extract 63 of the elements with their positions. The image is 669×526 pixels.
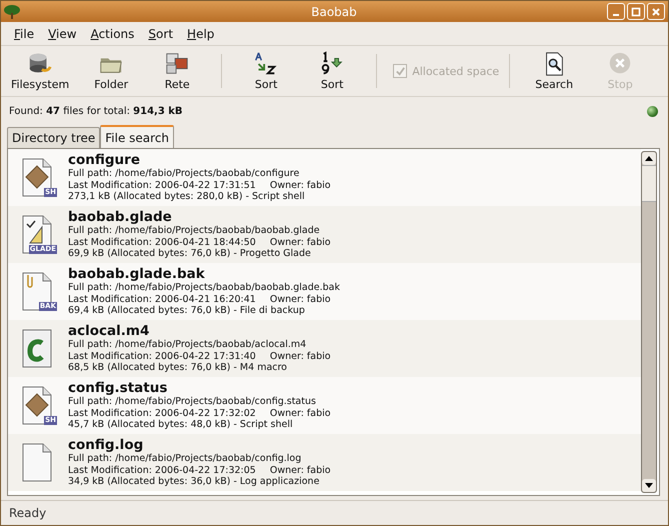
status-light-icon bbox=[647, 106, 658, 116]
file-path: Full path: /home/fabio/Projects/baobab/aclocal.m4 bbox=[68, 339, 308, 350]
file-owner: Owner: fabio bbox=[270, 294, 331, 305]
file-size: 273,1 kB (Allocated bytes: 280,0 kB) - Script shell bbox=[68, 191, 306, 202]
status-text: Ready bbox=[9, 506, 46, 520]
close-icon bbox=[651, 6, 661, 16]
modification-date: Last Modification: 2006-04-21 18:44:50 bbox=[68, 236, 256, 248]
file-name: baobab.glade.bak bbox=[68, 266, 206, 282]
minimize-icon bbox=[613, 14, 619, 16]
toolbar-button[interactable]: Filesystem bbox=[7, 49, 74, 93]
checkmark-icon bbox=[394, 66, 406, 76]
file-row[interactable]: aclocal.m4 Full path: /home/fabio/Projects/baobab/aclocal.m4 Last Modification: 2006-04-22 17:31:40 Owner: fabio 68,5 kB (Allocated bytes: 76,0 kB) - M4 macro bbox=[8, 320, 641, 377]
tree-icon bbox=[3, 4, 21, 20]
file-owner: Owner: fabio bbox=[270, 180, 331, 191]
menu-item[interactable]: View bbox=[41, 26, 84, 40]
file-path: Full path: /home/fabio/Projects/baobab/config.log bbox=[68, 453, 302, 464]
summary-text: Found: 47 files for total: 914,3 kB bbox=[9, 106, 183, 116]
sort-numeric-icon bbox=[319, 51, 346, 77]
file-size: 69,9 kB (Allocated bytes: 76,0 kB) - Progetto Glade bbox=[68, 248, 312, 260]
scroll-thumb[interactable] bbox=[642, 165, 656, 202]
toolbar-button[interactable]: Sort bbox=[304, 49, 360, 93]
toolbar-button[interactable]: Folder bbox=[83, 49, 140, 93]
file-row[interactable]: config.log Full path: /home/fabio/Projects/baobab/config.log Last Modification: 2006-04-22 17:32:05 Owner: fabio 34,9 kB (Allocated bytes: 36,0 kB) - Log applicazione bbox=[8, 434, 641, 491]
file-size: 68,5 kB (Allocated bytes: 76,0 kB) - M4 macro bbox=[68, 362, 288, 374]
toolbar-button[interactable]: Rete bbox=[149, 49, 206, 93]
file-owner: Owner: fabio bbox=[270, 408, 331, 419]
file-path: Full path: /home/fabio/Projects/baobab/baobab.glade.bak bbox=[68, 282, 340, 294]
scroll-up-icon[interactable] bbox=[645, 156, 653, 161]
file-owner: Owner: fabio bbox=[270, 464, 331, 476]
menu-item[interactable]: File bbox=[7, 26, 42, 40]
tab[interactable]: Directory tree bbox=[7, 127, 100, 148]
file-size: 45,7 kB (Allocated bytes: 48,0 kB) - Script shell bbox=[68, 419, 294, 430]
tab[interactable]: File search bbox=[100, 125, 174, 148]
file-path: Full path: /home/fabio/Projects/baobab/baobab.glade bbox=[68, 225, 321, 236]
file-name: aclocal.m4 bbox=[68, 323, 150, 339]
scrollbar[interactable] bbox=[641, 151, 657, 493]
file-size: 69,4 kB (Allocated bytes: 76,0 kB) - File di backup bbox=[68, 305, 306, 316]
network-icon bbox=[164, 51, 190, 77]
file-path: Full path: /home/fabio/Projects/baobab/config.status bbox=[68, 396, 317, 408]
modification-date: Last Modification: 2006-04-22 17:31:51 bbox=[68, 180, 256, 191]
file-owner: Owner: fabio bbox=[270, 236, 331, 248]
file-name: baobab.glade bbox=[68, 209, 173, 225]
menu-item[interactable]: Help bbox=[180, 26, 222, 40]
modification-date: Last Modification: 2006-04-22 17:32:05 bbox=[68, 464, 256, 476]
modification-date: Last Modification: 2006-04-22 17:32:02 bbox=[68, 408, 256, 419]
toolbar-button[interactable]: Sort bbox=[238, 49, 294, 93]
maximize-icon bbox=[631, 6, 641, 16]
file-name: configure bbox=[68, 152, 141, 168]
file-size: 34,9 kB (Allocated bytes: 36,0 kB) - Log applicazione bbox=[68, 476, 320, 488]
scroll-down-icon[interactable] bbox=[645, 483, 653, 488]
close-button[interactable] bbox=[647, 3, 665, 20]
maximize-button[interactable] bbox=[627, 3, 645, 20]
file-owner: Owner: fabio bbox=[270, 350, 331, 362]
modification-date: Last Modification: 2006-04-21 16:20:41 bbox=[68, 294, 256, 305]
minimize-button[interactable] bbox=[607, 3, 625, 20]
file-path: Full path: /home/fabio/Projects/baobab/configure bbox=[68, 168, 300, 180]
menu-item[interactable]: Actions bbox=[84, 26, 142, 40]
window-title: Baobab bbox=[310, 4, 358, 18]
file-name: config.log bbox=[68, 437, 144, 453]
modification-date: Last Modification: 2006-04-22 17:31:40 bbox=[68, 350, 256, 362]
toolbar-button[interactable]: Search bbox=[526, 49, 582, 93]
menu-item[interactable]: Sort bbox=[141, 26, 180, 40]
file-name: config.status bbox=[68, 380, 168, 396]
